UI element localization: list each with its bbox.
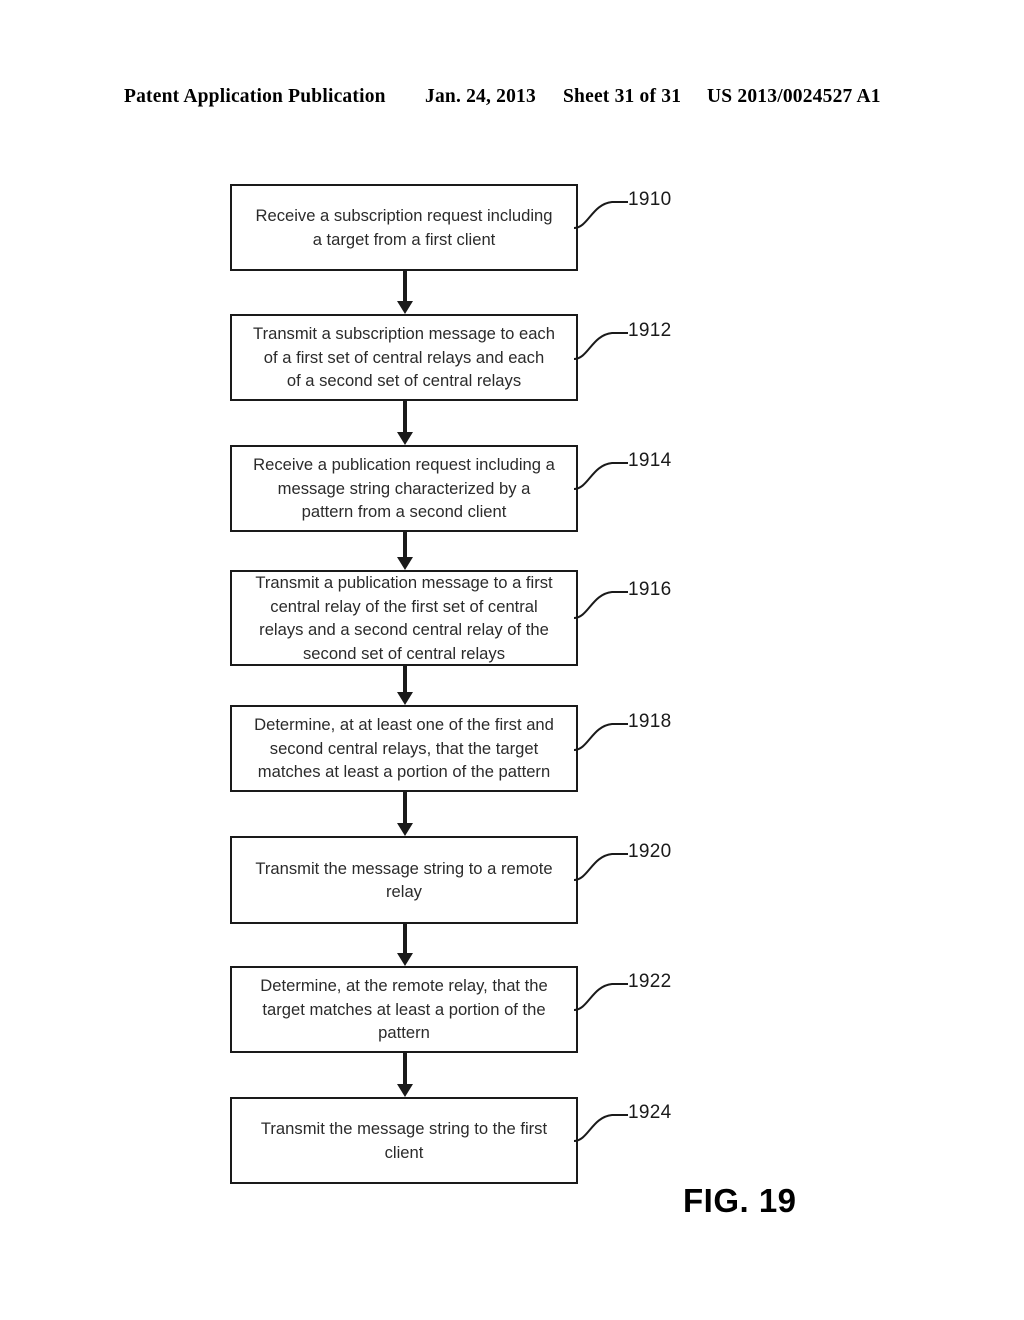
flow-step-1914: Receive a publication request including … — [230, 445, 578, 532]
flow-step-1910: Receive a subscription request including… — [230, 184, 578, 271]
reference-leader-line-icon — [572, 327, 636, 373]
flow-step-label: Transmit the message string to the first… — [260, 1119, 548, 1162]
flow-step-label: Determine, at at least one of the first … — [254, 715, 554, 782]
reference-number-1914: 1914 — [628, 450, 672, 471]
reference-number-1918: 1918 — [628, 711, 672, 732]
reference-number-1922: 1922 — [628, 971, 672, 992]
flow-arrow-icon — [397, 666, 413, 705]
reference-number-1924: 1924 — [628, 1102, 672, 1123]
flowchart-diagram: Receive a subscription request including… — [0, 0, 1024, 1320]
flow-step-label: Transmit the message string to a remote … — [255, 858, 553, 902]
reference-number-1910: 1910 — [628, 189, 672, 210]
flow-arrow-icon — [397, 401, 413, 445]
reference-leader-line-icon — [572, 457, 636, 503]
reference-leader-line-icon — [572, 978, 636, 1024]
reference-number-1916: 1916 — [628, 579, 672, 600]
reference-leader-line-icon — [572, 196, 636, 242]
flow-step-1924: Transmit the message string to the first… — [230, 1097, 578, 1184]
flow-arrow-icon — [397, 1053, 413, 1097]
flow-step-label: Transmit a publication message to a firs… — [255, 573, 553, 663]
reference-number-1920: 1920 — [628, 841, 672, 862]
flow-step-1912: Transmit a subscription message to each … — [230, 314, 578, 401]
flow-arrow-icon — [397, 532, 413, 570]
reference-number-1912: 1912 — [628, 320, 672, 341]
figure-caption: FIG. 19 — [683, 1182, 797, 1219]
reference-leader-line-icon — [572, 718, 636, 764]
flow-arrow-icon — [397, 792, 413, 836]
reference-leader-line-icon — [572, 1109, 636, 1155]
flow-step-label: Receive a subscription request including… — [255, 206, 553, 249]
flow-step-1918: Determine, at at least one of the first … — [230, 705, 578, 792]
reference-leader-line-icon — [572, 586, 636, 632]
flow-step-1920: Transmit the message string to a remote … — [230, 836, 578, 924]
flow-step-1922: Determine, at the remote relay, that the… — [230, 966, 578, 1053]
flow-arrow-icon — [397, 924, 413, 966]
flow-step-1916: Transmit a publication message to a firs… — [230, 570, 578, 666]
flow-step-label: Determine, at the remote relay, that the… — [260, 976, 548, 1043]
reference-leader-line-icon — [572, 848, 636, 894]
flow-arrow-icon — [397, 271, 413, 314]
flow-step-label: Receive a publication request including … — [253, 455, 555, 522]
flow-step-label: Transmit a subscription message to each … — [253, 324, 555, 391]
